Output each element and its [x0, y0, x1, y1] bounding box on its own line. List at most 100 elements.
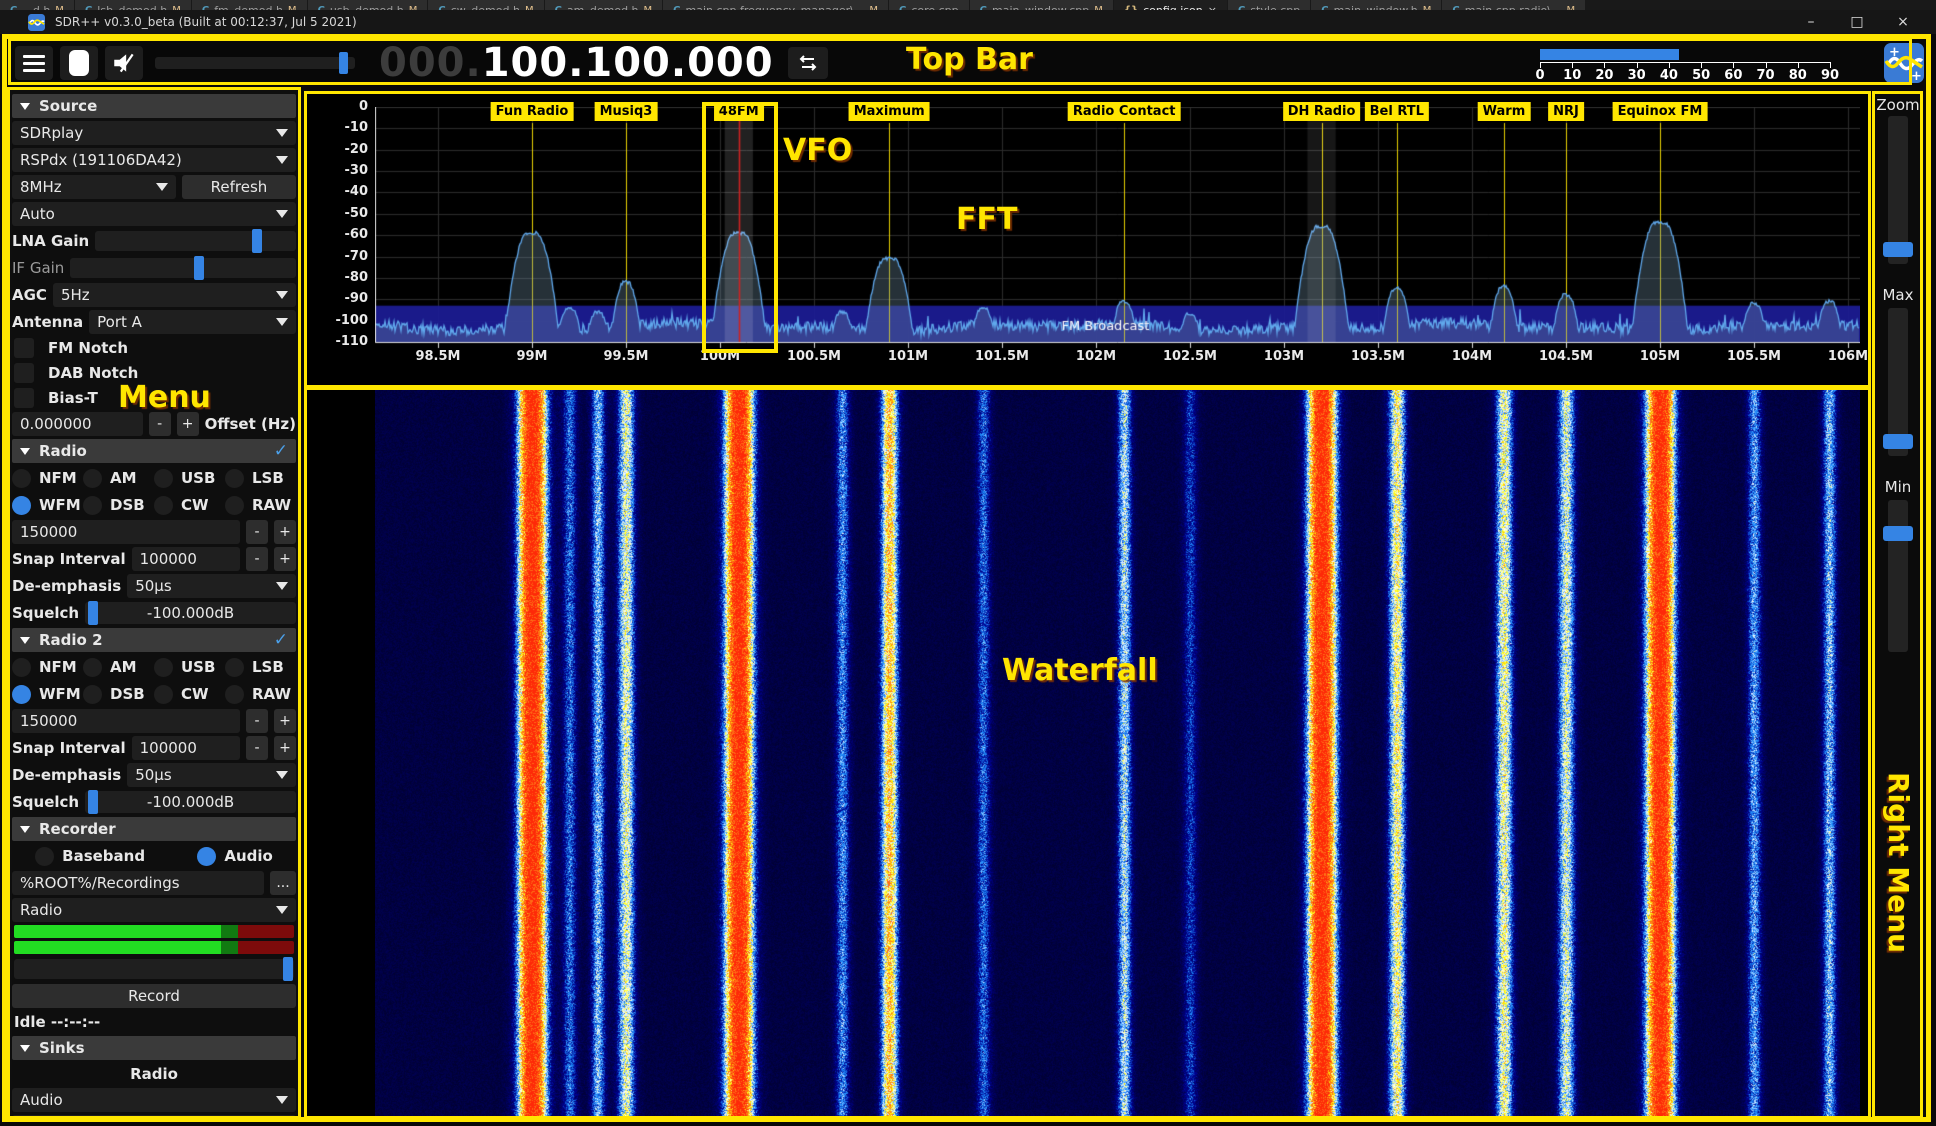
station-label[interactable]: Warm	[1478, 102, 1531, 121]
squelch-handle[interactable]	[88, 790, 98, 814]
agc-rate-select[interactable]: 5Hz	[53, 283, 296, 307]
radio2-mode-cw[interactable]: CW	[154, 685, 225, 704]
maximize-button[interactable]: □	[1834, 10, 1880, 34]
radio2-mode-dsb[interactable]: DSB	[83, 685, 154, 704]
radio-mode-nfm[interactable]: NFM	[12, 469, 83, 488]
lna-gain-slider[interactable]	[95, 231, 296, 251]
max-slider-handle[interactable]	[1883, 434, 1913, 449]
bandwidth-increment-button[interactable]: +	[274, 520, 296, 544]
volume-slider[interactable]	[155, 57, 355, 69]
lna-gain-handle[interactable]	[252, 229, 262, 253]
stop-button[interactable]	[60, 46, 98, 80]
ide-tab[interactable]: Cmain_window.cppM	[970, 0, 1114, 10]
dab-notch-checkbox[interactable]	[14, 363, 34, 383]
recorder-stream-select[interactable]: Radio	[12, 898, 296, 922]
radio-mode-dsb[interactable]: DSB	[83, 496, 154, 515]
radio2-mode-lsb[interactable]: LSB	[225, 658, 296, 677]
radio2-bandwidth-input[interactable]: 150000	[12, 709, 240, 733]
antenna-select[interactable]: Port A	[89, 310, 296, 334]
station-label[interactable]: DH Radio	[1283, 102, 1361, 121]
radio-mode-wfm[interactable]: WFM	[12, 496, 83, 515]
max-slider[interactable]	[1888, 308, 1908, 456]
sinks-section-header[interactable]: Sinks	[12, 1036, 296, 1060]
source-driver-select[interactable]: SDRplay	[12, 121, 296, 145]
radio2-mode-am[interactable]: AM	[83, 658, 154, 677]
radio2-snap-input[interactable]: 100000	[132, 736, 240, 760]
ide-tab[interactable]: Cfm_demod.hM	[192, 0, 308, 10]
squelch-handle[interactable]	[88, 601, 98, 625]
ide-tab[interactable]: {}config.json×	[1114, 0, 1228, 10]
zoom-slider-handle[interactable]	[1883, 242, 1913, 257]
snap-increment-button[interactable]: +	[274, 547, 296, 571]
min-slider-handle[interactable]	[1883, 526, 1913, 541]
ide-tab[interactable]: Clsb_demod.hM	[75, 0, 192, 10]
source-section-header[interactable]: Source	[12, 94, 296, 118]
source-device-select[interactable]: RSPdx (191106DA42)	[12, 148, 296, 172]
station-label[interactable]: Equinox FM	[1613, 102, 1708, 121]
radio2-mode-usb[interactable]: USB	[154, 658, 225, 677]
min-slider[interactable]	[1888, 500, 1908, 652]
recorder-mode-audio[interactable]: Audio	[197, 847, 272, 866]
radio-mode-am[interactable]: AM	[83, 469, 154, 488]
station-label[interactable]: NRJ	[1548, 102, 1584, 121]
ide-tab[interactable]: Ccore.cpp	[889, 0, 970, 10]
browse-button[interactable]: ...	[270, 871, 296, 895]
radio2-mode-nfm[interactable]: NFM	[12, 658, 83, 677]
deemphasis-select[interactable]: 50µs	[127, 574, 296, 598]
ide-tab[interactable]: Cusb_demod.hM	[308, 0, 429, 10]
ide-tab[interactable]: Cmain.cpp frequency_manager\...M	[663, 0, 889, 10]
agc-mode-select[interactable]: Auto	[12, 202, 296, 226]
offset-increment-button[interactable]: +	[177, 412, 199, 436]
refresh-button[interactable]: Refresh	[182, 175, 296, 199]
radio-mode-lsb[interactable]: LSB	[225, 469, 296, 488]
radio-mode-usb[interactable]: USB	[154, 469, 225, 488]
squelch-slider[interactable]: -100.000dB	[85, 602, 296, 624]
minimize-button[interactable]: –	[1788, 10, 1834, 34]
radio2-squelch-slider[interactable]: -100.000dB	[85, 791, 296, 813]
radio-mode-raw[interactable]: RAW	[225, 496, 296, 515]
radio2-mode-wfm[interactable]: WFM	[12, 685, 83, 704]
bandwidth-decrement-button[interactable]: -	[246, 520, 268, 544]
station-label[interactable]: Bel RTL	[1365, 102, 1429, 121]
radio-bandwidth-input[interactable]: 150000	[12, 520, 240, 544]
radio-enabled-check-icon[interactable]: ✓	[274, 441, 288, 461]
menu-toggle-button[interactable]	[15, 46, 53, 80]
fft-canvas[interactable]	[375, 107, 1860, 350]
ide-tab[interactable]: Cmain.cpp radio\...M	[1442, 0, 1586, 10]
radio2-enabled-check-icon[interactable]: ✓	[274, 630, 288, 650]
title-bar[interactable]: SDR++ v0.3.0_beta (Built at 00:12:37, Ju…	[0, 10, 1936, 34]
station-label[interactable]: Musiq3	[595, 102, 658, 121]
frequency-display[interactable]: 000.100.100.000	[379, 40, 774, 86]
if-gain-slider[interactable]	[70, 258, 296, 278]
ide-tab[interactable]: Ccw_demod.hM	[428, 0, 544, 10]
mute-button[interactable]	[105, 46, 143, 80]
if-gain-handle[interactable]	[194, 256, 204, 280]
station-label[interactable]: Maximum	[849, 102, 930, 121]
station-label[interactable]: Radio Contact	[1068, 102, 1181, 121]
offset-input[interactable]: 0.000000	[12, 412, 143, 436]
station-label[interactable]: Fun Radio	[491, 102, 574, 121]
bias-t-checkbox[interactable]	[14, 388, 34, 408]
snap-decrement-button[interactable]: -	[246, 547, 268, 571]
recording-path-input[interactable]: %ROOT%/Recordings	[12, 871, 264, 895]
ide-tab[interactable]: Cam_demod.hM	[545, 0, 664, 10]
sink-type-select[interactable]: Audio	[12, 1088, 296, 1112]
radio-mode-cw[interactable]: CW	[154, 496, 225, 515]
radio2-mode-raw[interactable]: RAW	[225, 685, 296, 704]
samplerate-select[interactable]: 8MHz	[12, 175, 176, 199]
recorder-section-header[interactable]: Recorder	[12, 817, 296, 841]
waterfall-canvas[interactable]	[375, 390, 1860, 1116]
ide-tab[interactable]: Cstyle.cpp	[1228, 0, 1311, 10]
bandwidth-increment-button[interactable]: +	[274, 709, 296, 733]
bandwidth-decrement-button[interactable]: -	[246, 709, 268, 733]
radio-section-header[interactable]: Radio ✓	[12, 439, 296, 463]
snap-decrement-button[interactable]: -	[246, 736, 268, 760]
snap-interval-input[interactable]: 100000	[132, 547, 240, 571]
sink-device-select[interactable]: Speakers (Realtek High Definition Audio)	[12, 1115, 296, 1118]
close-button[interactable]: ×	[1880, 10, 1926, 34]
ide-tab[interactable]: Cmain_window.hM	[1311, 0, 1442, 10]
volume-slider-handle[interactable]	[339, 52, 348, 74]
fm-notch-checkbox[interactable]	[14, 338, 34, 358]
radio2-deemphasis-select[interactable]: 50µs	[127, 763, 296, 787]
ide-tab[interactable]: C...d.hM	[0, 0, 75, 10]
